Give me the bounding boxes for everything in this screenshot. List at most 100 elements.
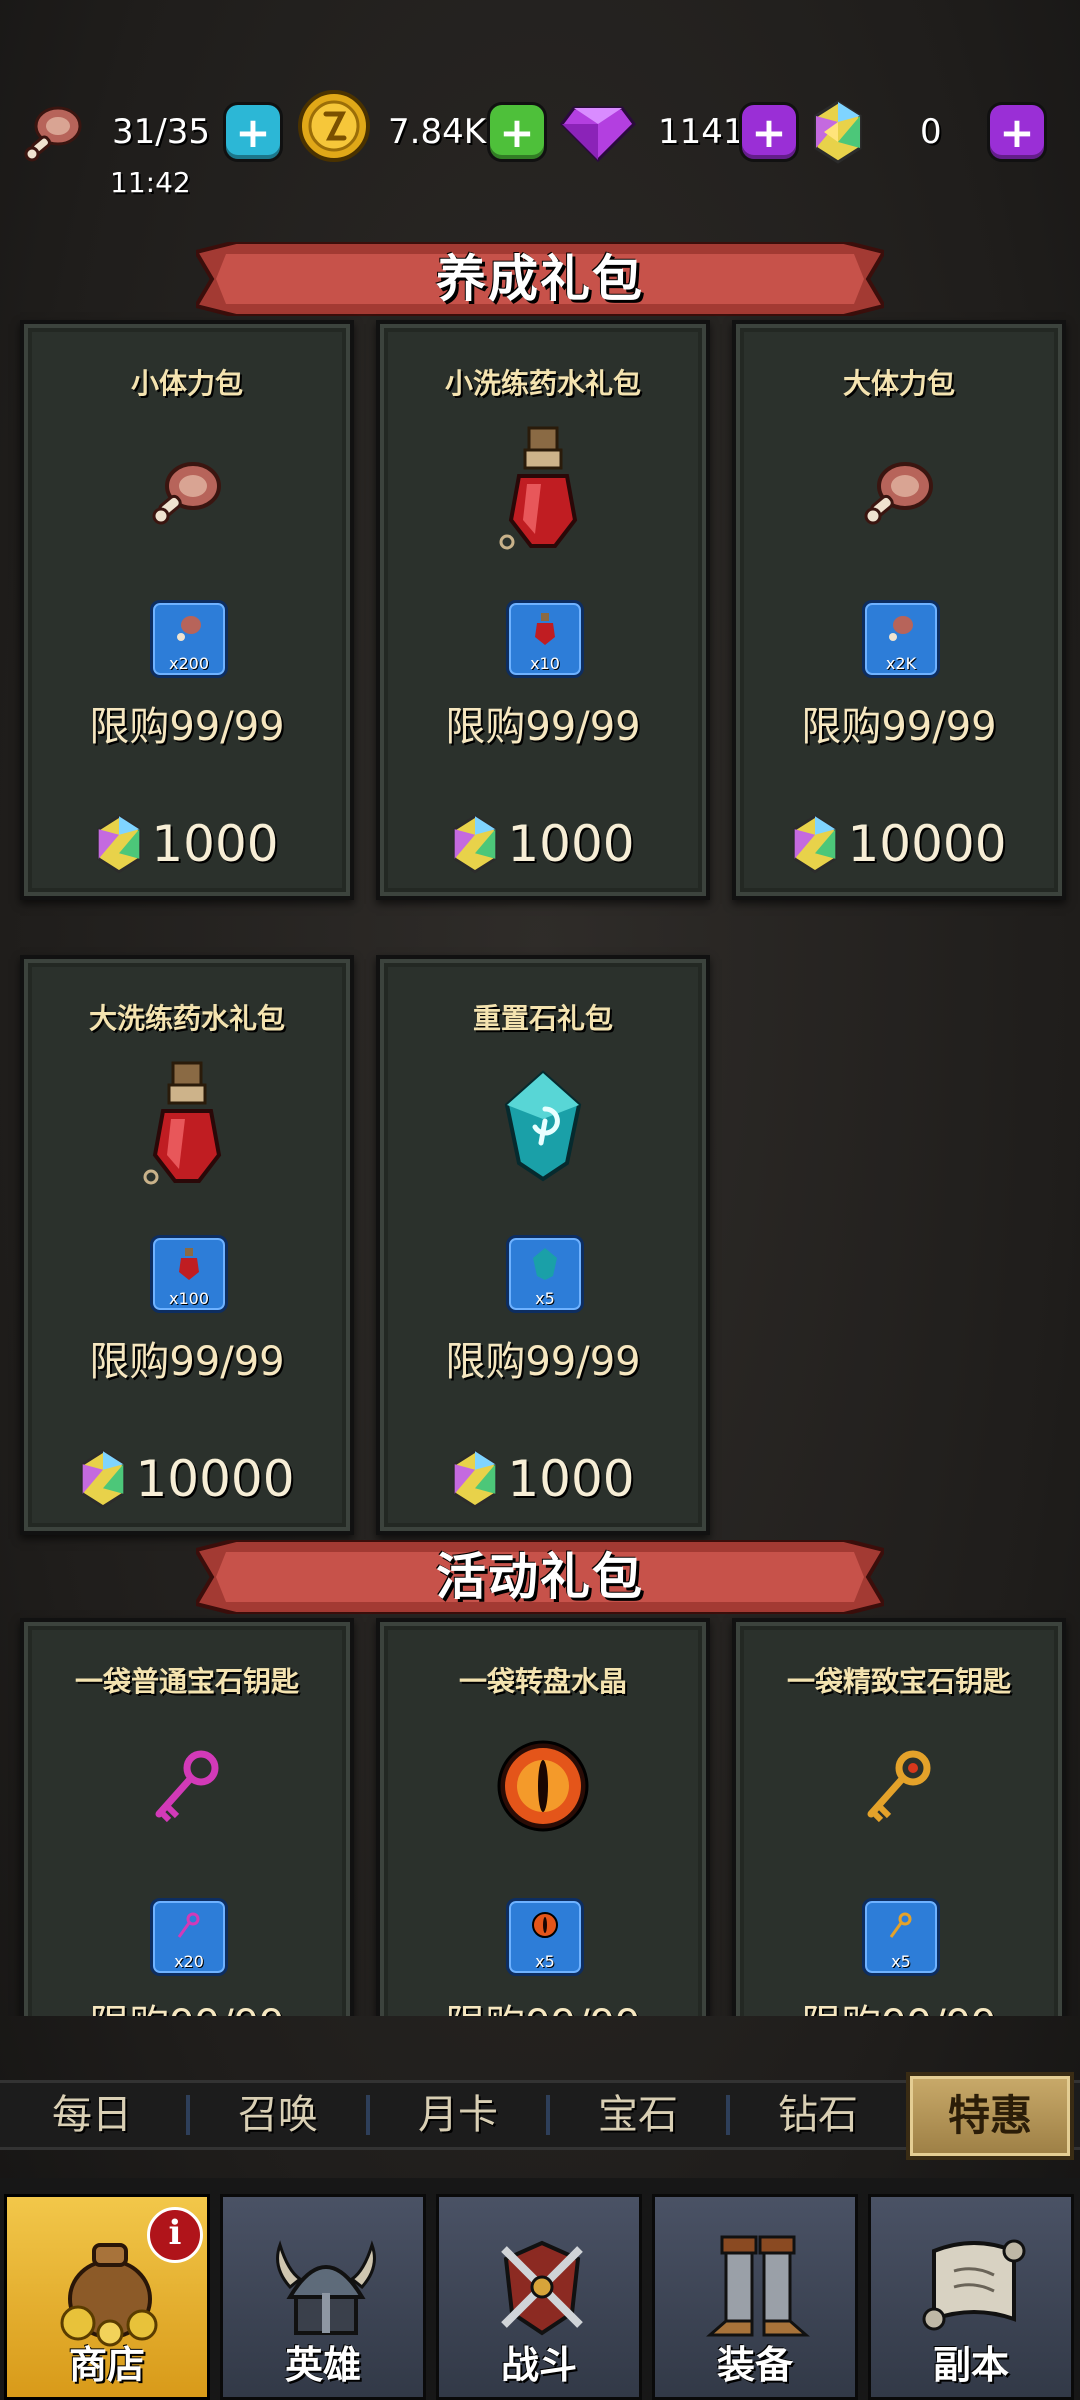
item-qty: x5 — [891, 1952, 911, 1971]
gold-coin-icon — [298, 90, 370, 162]
pack-title: 大洗练药水礼包 — [88, 1002, 285, 1035]
gold-value-wrap: 7.84K — [388, 100, 486, 164]
nav-equipment-label: 装备 — [716, 2343, 793, 2387]
tab-gem[interactable]: 宝石 — [550, 2083, 726, 2147]
pack-card-reset-stone[interactable]: 重置石礼包 x5 限购99/99 1000 — [376, 955, 710, 1535]
price-button[interactable]: 1000 — [24, 814, 350, 874]
gold-key-icon — [867, 1750, 931, 1823]
purchase-limit: 限购99/99 — [445, 1339, 641, 1385]
diamond-resource — [560, 100, 636, 164]
nav-battle-label: 战斗 — [500, 2343, 577, 2387]
purchase-limit: 限购99/99 — [89, 1339, 285, 1385]
reset-stone-icon — [504, 1070, 582, 1182]
shop-scroll-area[interactable]: 养成礼包 小体力包 x200 限购99/99 1000 小洗练药水礼包 x10 … — [0, 230, 1080, 2016]
add-gold-button[interactable]: + — [490, 105, 544, 159]
eye-crystal-icon — [497, 1740, 589, 1832]
item-qty-badge: x100 — [150, 1235, 228, 1313]
item-qty: x200 — [168, 654, 209, 673]
nav-dungeon[interactable]: 副本 — [868, 2194, 1074, 2400]
eye-crystal-icon — [532, 1912, 558, 1938]
nav-equipment[interactable]: 装备 — [652, 2194, 858, 2400]
pack-title: 小洗练药水礼包 — [444, 367, 641, 400]
item-qty: x20 — [174, 1952, 204, 1971]
item-qty-badge: x200 — [150, 600, 228, 678]
rainbow-gem-icon — [453, 814, 498, 874]
price-button[interactable]: 1000 — [380, 814, 706, 874]
add-gem-button[interactable]: + — [990, 105, 1044, 159]
gold-key-icon — [889, 1912, 912, 1938]
purchase-limit: 限购99/99 — [380, 1992, 706, 2016]
diamond-value-wrap: 1141 — [658, 100, 745, 164]
rainbow-gem-icon — [97, 814, 142, 874]
event-section-title: 活动礼包 — [436, 1548, 644, 1606]
event-section-banner: 活动礼包 — [196, 1540, 884, 1614]
pack-card-small-stamina[interactable]: 小体力包 x200 限购99/99 1000 — [20, 320, 354, 900]
add-gem-wrap[interactable]: + — [990, 100, 1044, 164]
add-stamina-button[interactable]: + — [226, 105, 280, 159]
notice-badge: i — [147, 2207, 203, 2263]
red-potion-icon — [499, 426, 578, 550]
item-qty-badge: x2K — [862, 600, 940, 678]
rainbow-gem-icon — [814, 100, 862, 164]
red-potion-icon — [143, 1061, 222, 1185]
status-bar: 31/35 + 11:42 7.84K + 1141 + 0 + — [0, 0, 1080, 210]
gem-value: 0 — [920, 112, 942, 152]
add-diamond-button[interactable]: + — [742, 105, 796, 159]
purchase-limit: 限购99/99 — [801, 704, 997, 750]
item-qty: x5 — [535, 1289, 555, 1308]
growth-section-title: 养成礼包 — [436, 250, 644, 308]
purchase-limit: 限购99/99 — [24, 1992, 350, 2016]
boots-icon — [706, 2235, 810, 2337]
rainbow-gem-icon — [453, 1449, 498, 1509]
pack-card-wheel-crystal[interactable]: 一袋转盘水晶 x5 限购99/99 — [376, 1618, 710, 2016]
stamina-value: 31/35 — [112, 112, 210, 152]
viking-helmet-icon — [276, 2240, 376, 2335]
diamond-value: 1141 — [658, 112, 745, 152]
growth-section-banner: 养成礼包 — [196, 242, 884, 316]
pack-title: 一袋精致宝石钥匙 — [786, 1665, 1011, 1698]
meat-icon — [864, 462, 933, 525]
add-gold-wrap[interactable]: + — [490, 100, 544, 164]
item-qty-badge: x5 — [506, 1898, 584, 1976]
add-stamina-wrap[interactable]: + — [226, 100, 280, 164]
tab-summon[interactable]: 召唤 — [190, 2083, 366, 2147]
price-value: 10000 — [847, 815, 1007, 873]
pack-title: 小体力包 — [130, 367, 243, 400]
item-qty-badge: x5 — [506, 1235, 584, 1313]
meat-icon — [177, 616, 201, 641]
pack-card-fine-gem-key[interactable]: 一袋精致宝石钥匙 x5 限购99/99 — [732, 1618, 1066, 2016]
item-qty-badge: x20 — [150, 1898, 228, 1976]
nav-dungeon-label: 副本 — [932, 2343, 1009, 2387]
price-button[interactable]: 1000 — [380, 1449, 706, 1509]
tab-monthly-card[interactable]: 月卡 — [370, 2083, 546, 2147]
nav-hero[interactable]: 英雄 — [220, 2194, 426, 2400]
pack-card-big-reroll-potion[interactable]: 大洗练药水礼包 x100 限购99/99 10000 — [20, 955, 354, 1535]
price-button[interactable]: 10000 — [736, 814, 1062, 874]
tab-daily[interactable]: 每日 — [0, 2083, 184, 2147]
item-qty: x10 — [530, 654, 560, 673]
pack-title: 一袋普通宝石钥匙 — [74, 1665, 299, 1698]
price-button[interactable]: 10000 — [24, 1449, 350, 1509]
nav-shop[interactable]: i 商店 — [4, 2194, 210, 2400]
item-qty: x100 — [168, 1289, 209, 1308]
pink-key-icon — [177, 1912, 200, 1938]
tab-diamond[interactable]: 钻石 — [730, 2083, 906, 2147]
clock-time: 11:42 — [110, 166, 191, 199]
pack-card-small-reroll-potion[interactable]: 小洗练药水礼包 x10 限购99/99 1000 — [376, 320, 710, 900]
tab-special-offer[interactable]: 特惠 — [906, 2072, 1074, 2160]
item-qty: x2K — [885, 654, 917, 673]
item-qty-badge: x10 — [506, 600, 584, 678]
pack-card-big-stamina[interactable]: 大体力包 x2K 限购99/99 10000 — [732, 320, 1066, 900]
diamond-icon — [560, 106, 636, 163]
add-diamond-wrap[interactable]: + — [742, 100, 796, 164]
nav-battle[interactable]: 战斗 — [436, 2194, 642, 2400]
scroll-map-icon — [922, 2239, 1026, 2331]
stamina-value-wrap: 31/35 — [112, 100, 210, 164]
purchase-limit: 限购99/99 — [445, 704, 641, 750]
gem-resource — [812, 100, 864, 164]
nav-shop-label: 商店 — [68, 2343, 145, 2387]
rainbow-gem-icon — [81, 1449, 126, 1509]
meat-icon — [24, 106, 82, 162]
item-qty: x5 — [535, 1952, 555, 1971]
pack-card-normal-gem-key[interactable]: 一袋普通宝石钥匙 x20 限购99/99 — [20, 1618, 354, 2016]
